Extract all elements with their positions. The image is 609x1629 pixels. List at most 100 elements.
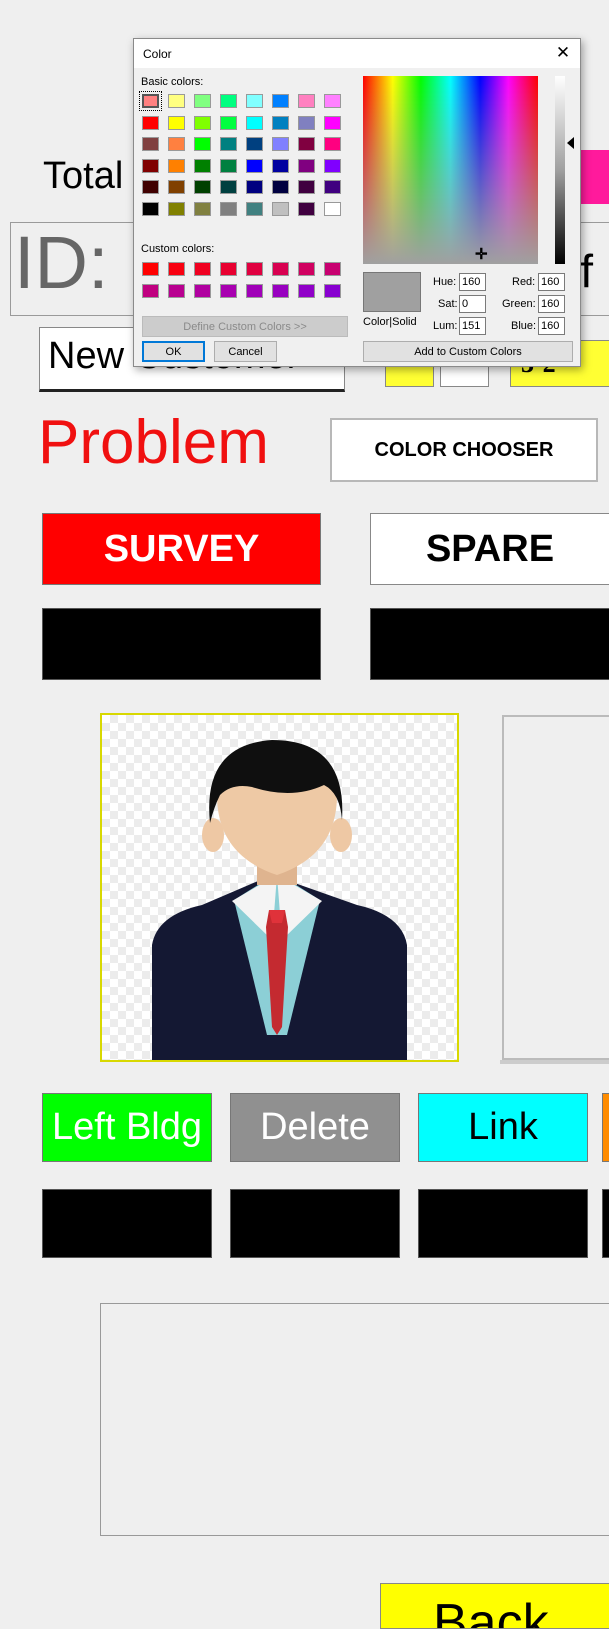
custom-color-swatch-0-5[interactable] — [272, 262, 289, 276]
basic-color-swatch-2-7[interactable] — [324, 137, 341, 151]
black-button-5[interactable] — [418, 1189, 588, 1258]
back-button[interactable]: Back — [380, 1583, 609, 1629]
survey-button[interactable]: SURVEY — [42, 513, 321, 585]
custom-color-swatch-1-1[interactable] — [168, 283, 185, 298]
basic-color-swatch-3-0[interactable] — [142, 158, 159, 173]
basic-color-swatch-0-1[interactable] — [168, 94, 185, 108]
basic-color-swatch-2-6[interactable] — [298, 137, 315, 151]
luminance-slider[interactable] — [555, 76, 565, 264]
basic-color-swatch-5-0[interactable] — [142, 201, 159, 216]
basic-color-swatch-4-4[interactable] — [246, 180, 263, 194]
basic-color-swatch-4-0[interactable] — [142, 180, 159, 194]
color-chooser-button[interactable]: COLOR CHOOSER — [330, 418, 598, 482]
basic-color-swatch-5-3[interactable] — [220, 201, 237, 216]
black-button-4[interactable] — [230, 1189, 400, 1258]
custom-color-swatch-1-3[interactable] — [220, 283, 237, 298]
custom-color-swatch-0-7[interactable] — [324, 262, 341, 276]
secondary-panel — [502, 715, 609, 1060]
custom-color-swatch-1-0[interactable] — [142, 283, 159, 298]
basic-color-swatch-5-6[interactable] — [298, 201, 315, 216]
custom-color-swatch-0-1[interactable] — [168, 262, 185, 276]
basic-color-swatch-1-4[interactable] — [246, 115, 263, 130]
black-button-6-partial[interactable] — [602, 1189, 609, 1258]
basic-colors-label: Basic colors: — [141, 76, 204, 88]
sat-field[interactable]: 0 — [459, 295, 486, 313]
custom-color-swatch-1-6[interactable] — [298, 283, 315, 298]
basic-color-swatch-0-2[interactable] — [194, 94, 211, 108]
spare-button[interactable]: SPARE — [370, 513, 609, 585]
sat-label: Sat: — [438, 298, 458, 310]
delete-button[interactable]: Delete — [230, 1093, 400, 1162]
basic-color-swatch-3-6[interactable] — [298, 158, 315, 173]
basic-color-swatch-1-3[interactable] — [220, 115, 237, 130]
custom-color-swatch-0-2[interactable] — [194, 262, 211, 276]
blue-field[interactable]: 160 — [538, 317, 565, 335]
basic-color-swatch-5-5[interactable] — [272, 201, 289, 216]
custom-color-swatch-1-7[interactable] — [324, 283, 341, 298]
basic-color-swatch-1-5[interactable] — [272, 115, 289, 130]
basic-color-swatch-1-2[interactable] — [194, 115, 211, 130]
avatar-icon — [152, 740, 407, 1060]
basic-color-swatch-0-6[interactable] — [298, 94, 315, 108]
basic-color-swatch-2-1[interactable] — [168, 137, 185, 151]
basic-color-swatch-2-4[interactable] — [246, 137, 263, 151]
basic-color-swatch-2-2[interactable] — [194, 137, 211, 151]
basic-color-swatch-5-1[interactable] — [168, 201, 185, 216]
basic-color-swatch-4-7[interactable] — [324, 180, 341, 194]
basic-color-swatch-3-3[interactable] — [220, 158, 237, 173]
ok-button[interactable]: OK — [142, 341, 205, 362]
basic-color-swatch-4-5[interactable] — [272, 180, 289, 194]
custom-color-swatch-1-4[interactable] — [246, 283, 263, 298]
basic-color-swatch-0-0[interactable] — [139, 91, 162, 111]
basic-color-swatch-4-2[interactable] — [194, 180, 211, 194]
green-field[interactable]: 160 — [538, 295, 565, 313]
basic-color-swatch-5-4[interactable] — [246, 201, 263, 216]
basic-color-swatch-2-0[interactable] — [142, 137, 159, 151]
custom-color-swatch-0-0[interactable] — [142, 262, 159, 276]
black-button-1[interactable] — [42, 608, 321, 680]
basic-color-swatch-2-5[interactable] — [272, 137, 289, 151]
close-icon[interactable]: ✕ — [552, 42, 574, 64]
basic-color-swatch-0-5[interactable] — [272, 94, 289, 108]
orange-button-partial[interactable] — [602, 1093, 609, 1162]
custom-color-swatch-1-2[interactable] — [194, 283, 211, 298]
dialog-titlebar[interactable]: Color ✕ — [134, 39, 580, 68]
basic-color-swatch-3-2[interactable] — [194, 158, 211, 173]
basic-color-swatch-4-3[interactable] — [220, 180, 237, 194]
black-button-3[interactable] — [42, 1189, 212, 1258]
red-field[interactable]: 160 — [538, 273, 565, 291]
custom-color-swatch-1-5[interactable] — [272, 283, 289, 298]
add-to-custom-colors-button[interactable]: Add to Custom Colors — [363, 341, 573, 362]
hue-field[interactable]: 160 — [459, 273, 486, 291]
color-spectrum[interactable] — [363, 76, 538, 264]
crosshair-icon: ✛ — [475, 246, 488, 263]
cancel-button[interactable]: Cancel — [214, 341, 277, 362]
link-button[interactable]: Link — [418, 1093, 588, 1162]
lum-field[interactable]: 151 — [459, 317, 486, 335]
black-button-2[interactable] — [370, 608, 609, 680]
custom-color-swatch-0-6[interactable] — [298, 262, 315, 276]
basic-color-swatch-1-1[interactable] — [168, 115, 185, 130]
basic-color-swatch-1-0[interactable] — [142, 115, 159, 130]
basic-color-swatch-3-7[interactable] — [324, 158, 341, 173]
basic-color-swatch-0-7[interactable] — [324, 94, 341, 108]
basic-color-swatch-2-3[interactable] — [220, 137, 237, 151]
basic-color-swatch-0-3[interactable] — [220, 94, 237, 108]
luminance-arrow-icon[interactable] — [567, 137, 574, 149]
basic-color-swatch-4-6[interactable] — [298, 180, 315, 194]
basic-color-swatch-5-2[interactable] — [194, 201, 211, 216]
basic-color-swatch-5-7[interactable] — [324, 201, 341, 216]
custom-color-swatch-0-4[interactable] — [246, 262, 263, 276]
basic-color-swatch-3-4[interactable] — [246, 158, 263, 173]
basic-color-swatch-1-7[interactable] — [324, 115, 341, 130]
basic-color-swatch-1-6[interactable] — [298, 115, 315, 130]
basic-color-swatch-3-1[interactable] — [168, 158, 185, 173]
basic-color-swatch-3-5[interactable] — [272, 158, 289, 173]
custom-color-swatch-0-3[interactable] — [220, 262, 237, 276]
notes-textarea[interactable] — [100, 1303, 609, 1536]
basic-color-swatch-4-1[interactable] — [168, 180, 185, 194]
basic-color-swatch-0-4[interactable] — [246, 94, 263, 108]
left-bldg-button[interactable]: Left Bldg — [42, 1093, 212, 1162]
define-custom-colors-button: Define Custom Colors >> — [142, 316, 348, 337]
id-label: ID: — [14, 221, 109, 304]
